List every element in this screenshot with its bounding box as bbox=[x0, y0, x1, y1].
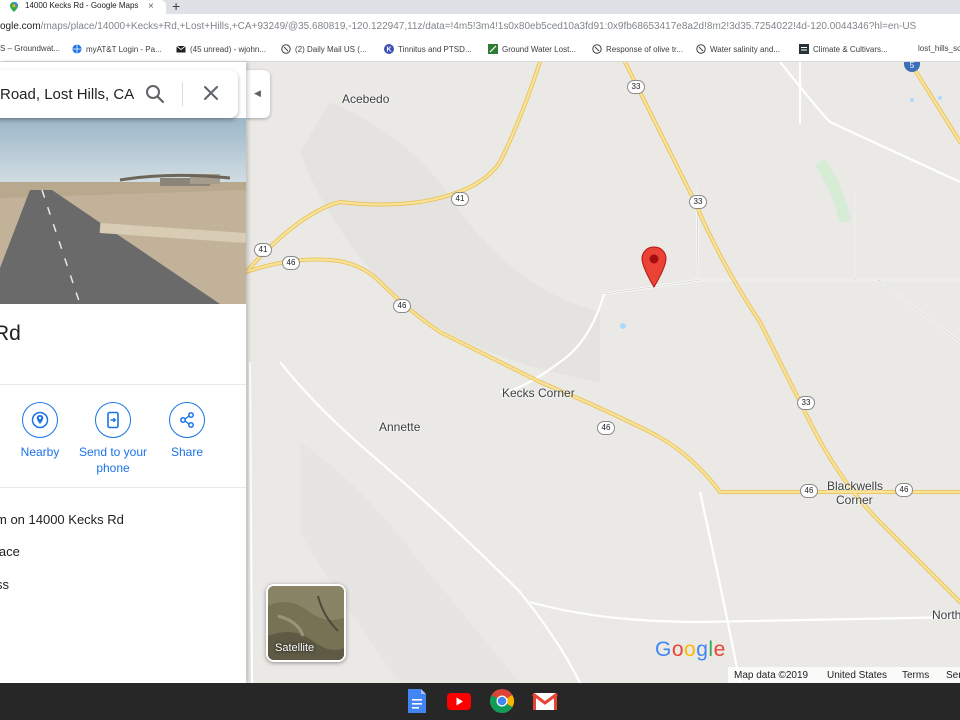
place-label-annette[interactable]: Annette bbox=[379, 420, 420, 434]
bookmark-tinnitus[interactable]: K Tinnitus and PTSD... bbox=[384, 44, 472, 54]
highway-33-shield: 33 bbox=[689, 195, 707, 209]
country-link[interactable]: United States bbox=[827, 670, 887, 681]
bookmark-att[interactable]: myAT&T Login - Pa... bbox=[72, 44, 162, 54]
mail-icon bbox=[176, 45, 186, 53]
street-view-photo[interactable] bbox=[0, 118, 246, 304]
screen: 14000 Kecks Rd - Google Maps × + ogle.co… bbox=[0, 0, 960, 720]
tab-close-icon[interactable]: × bbox=[148, 0, 154, 13]
place-label-kecks-corner[interactable]: Kecks Corner bbox=[502, 386, 575, 400]
search-divider bbox=[182, 82, 183, 106]
share-label: Share bbox=[170, 445, 204, 459]
globe-icon bbox=[696, 44, 706, 54]
new-tab-button[interactable]: + bbox=[172, 0, 180, 14]
globe-icon bbox=[281, 44, 291, 54]
share-icon bbox=[169, 402, 205, 438]
bookmark-lost-hills-soil[interactable]: lost_hills_soi bbox=[918, 44, 960, 53]
highway-33-shield: 33 bbox=[627, 80, 645, 94]
docs-icon[interactable] bbox=[404, 688, 430, 714]
chrome-icon[interactable] bbox=[489, 688, 515, 714]
send-to-phone-button[interactable]: Send to your phone bbox=[78, 402, 148, 476]
bookmarks-bar: S – Groundwat... myAT&T Login - Pa... (4… bbox=[0, 40, 960, 62]
divider bbox=[0, 384, 246, 385]
satellite-label: Satellite bbox=[275, 642, 315, 654]
bookmark-groundwater[interactable]: S – Groundwat... bbox=[0, 44, 60, 53]
bookmark-mail[interactable]: (45 unread) - wjohn... bbox=[176, 44, 266, 54]
map-data-attribution: Map data ©2019 bbox=[734, 670, 809, 681]
doc-icon bbox=[799, 44, 809, 54]
url-host: ogle.com bbox=[0, 21, 41, 32]
search-box[interactable]: Road, Lost Hills, CA bbox=[0, 70, 238, 118]
highway-46-shield: 46 bbox=[895, 483, 913, 497]
k-icon: K bbox=[384, 44, 394, 54]
bookmark-salinity[interactable]: Water salinity and... bbox=[696, 44, 780, 54]
bookmark-dailymail[interactable]: (2) Daily Mail US (... bbox=[281, 44, 367, 54]
divider bbox=[0, 487, 246, 488]
maps-favicon-icon bbox=[10, 2, 18, 12]
bookmark-olive[interactable]: Response of olive tr... bbox=[592, 44, 683, 54]
url-text[interactable]: ogle.com/maps/place/14000+Kecks+Rd,+Lost… bbox=[0, 21, 916, 32]
terms-link[interactable]: Terms bbox=[902, 670, 929, 681]
highway-46-shield: 46 bbox=[282, 256, 300, 270]
highway-33-shield: 33 bbox=[797, 396, 815, 410]
place-label-north[interactable]: North bbox=[932, 608, 960, 622]
globe-icon bbox=[592, 44, 602, 54]
place-title: Rd bbox=[0, 322, 21, 345]
place-label-acebedo[interactable]: Acebedo bbox=[342, 92, 389, 106]
share-button[interactable]: Share bbox=[152, 402, 222, 460]
close-icon[interactable] bbox=[202, 84, 220, 102]
highway-41-shield: 41 bbox=[451, 192, 469, 206]
satellite-toggle[interactable]: Satellite bbox=[266, 584, 346, 662]
youtube-icon[interactable] bbox=[446, 688, 472, 714]
send-to-phone-icon bbox=[95, 402, 131, 438]
gmail-icon[interactable] bbox=[532, 688, 558, 714]
nearby-button[interactable]: Nearby bbox=[5, 402, 75, 460]
collapse-panel-button[interactable]: ◀ bbox=[246, 70, 270, 118]
globe-icon bbox=[72, 44, 82, 54]
svg-text:K: K bbox=[386, 47, 391, 54]
tab-title: 14000 Kecks Rd - Google Maps bbox=[25, 1, 139, 10]
address-bar[interactable]: ogle.com/maps/place/14000+Kecks+Rd,+Lost… bbox=[0, 14, 960, 40]
url-path: /maps/place/14000+Kecks+Rd,+Lost+Hills,+… bbox=[40, 21, 917, 32]
nearby-icon bbox=[22, 402, 58, 438]
highway-46-shield: 46 bbox=[800, 484, 818, 498]
send-feedback-link[interactable]: Sen bbox=[946, 670, 960, 681]
highway-46-shield: 46 bbox=[597, 421, 615, 435]
list-item[interactable]: ss bbox=[0, 577, 9, 592]
send-to-phone-label: Send to your phone bbox=[78, 445, 148, 475]
highway-46-shield: 46 bbox=[393, 299, 411, 313]
place-label-corner[interactable]: Corner bbox=[836, 493, 873, 507]
search-icon[interactable] bbox=[145, 84, 165, 104]
list-item[interactable]: m on 14000 Kecks Rd bbox=[0, 512, 124, 527]
collapse-arrow-icon: ◀ bbox=[254, 88, 261, 98]
location-pin-icon[interactable] bbox=[640, 246, 668, 288]
google-logo: Google bbox=[655, 638, 726, 661]
browser-tab[interactable]: 14000 Kecks Rd - Google Maps × bbox=[0, 0, 166, 14]
highway-41-shield: 41 bbox=[254, 243, 272, 257]
map-footer: Map data ©2019 United States Terms Sen bbox=[728, 667, 960, 683]
os-shelf bbox=[0, 683, 960, 720]
nearby-label: Nearby bbox=[20, 445, 60, 459]
search-input[interactable]: Road, Lost Hills, CA bbox=[0, 86, 134, 103]
leaf-icon bbox=[488, 44, 498, 54]
bookmark-groundwater-lost[interactable]: Ground Water Lost... bbox=[488, 44, 576, 54]
street-view-image bbox=[0, 118, 246, 304]
tab-strip: 14000 Kecks Rd - Google Maps × + bbox=[0, 0, 960, 14]
bookmark-climate[interactable]: Climate & Cultivars... bbox=[799, 44, 888, 54]
place-panel: Road, Lost Hills, CA Rd Nearby Send to y… bbox=[0, 62, 246, 683]
list-item[interactable]: lace bbox=[0, 544, 20, 559]
place-label-blackwells[interactable]: Blackwells bbox=[827, 479, 883, 493]
